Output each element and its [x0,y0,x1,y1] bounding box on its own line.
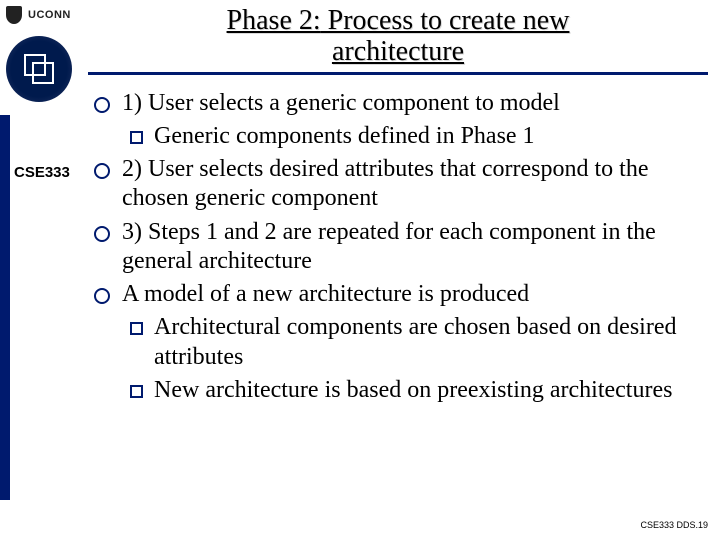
bullet-text: 2) User selects desired attributes that … [122,156,649,211]
sidebar: UCONN CSE333 [0,0,80,540]
uconn-shield-icon [6,6,22,24]
bullet-text: 3) Steps 1 and 2 are repeated for each c… [122,219,656,274]
bullet-text: A model of a new architecture is produce… [122,281,529,307]
list-item: 1) User selects a generic component to m… [88,89,708,118]
list-item: 3) Steps 1 and 2 are repeated for each c… [88,218,708,277]
bullet-text: Generic components defined in Phase 1 [154,123,535,149]
bullet-text: New architecture is based on preexisting… [154,377,672,403]
course-label: CSE333 [14,164,70,181]
slide-title: Phase 2: Process to create new architect… [88,6,708,68]
title-prefix: Phase 2: [227,5,321,36]
uconn-text: UCONN [28,9,71,21]
slide-footer: CSE333 DDS.19 [640,520,708,530]
list-item: New architecture is based on preexisting… [88,376,708,405]
department-logo-icon [6,36,72,102]
list-item: Architectural components are chosen base… [88,313,708,372]
bullet-text: 1) User selects a generic component to m… [122,90,560,116]
title-rest1: Process to create new [321,5,570,36]
list-item: A model of a new architecture is produce… [88,280,708,309]
title-line2: architecture [332,36,464,67]
blue-stripe [0,115,10,500]
bullet-list: 1) User selects a generic component to m… [88,89,708,406]
uconn-logo: UCONN [6,6,76,30]
list-item: 2) User selects desired attributes that … [88,155,708,214]
bullet-text: Architectural components are chosen base… [154,314,676,369]
title-rule [88,72,708,75]
main-content: Phase 2: Process to create new architect… [82,0,718,540]
list-item: Generic components defined in Phase 1 [88,122,708,151]
